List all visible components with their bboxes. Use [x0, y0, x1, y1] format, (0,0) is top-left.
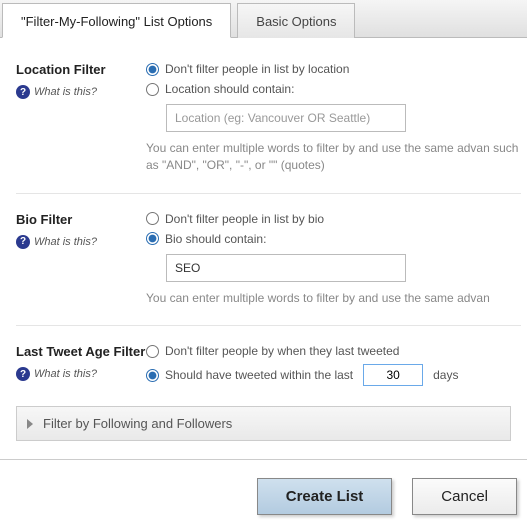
bio-filter-label: Bio should contain: — [165, 232, 266, 246]
location-title: Location Filter — [16, 62, 146, 77]
location-hint: You can enter multiple words to filter b… — [146, 140, 521, 175]
bio-filter-row[interactable]: Bio should contain: — [146, 232, 521, 246]
options-panel: Location Filter ? What is this? Don't fi… — [0, 38, 527, 398]
age-days-input[interactable] — [363, 364, 423, 386]
location-no-filter-radio[interactable] — [146, 63, 159, 76]
section-age: Last Tweet Age Filter ? What is this? Do… — [16, 344, 521, 398]
button-bar: Create List Cancel — [0, 460, 527, 525]
age-filter-post-label: days — [433, 368, 458, 382]
location-no-filter-label: Don't filter people in list by location — [165, 62, 349, 76]
bio-filter-radio[interactable] — [146, 232, 159, 245]
bio-hint: You can enter multiple words to filter b… — [146, 290, 521, 307]
section-side: Last Tweet Age Filter ? What is this? — [16, 344, 146, 392]
help-location[interactable]: ? What is this? — [16, 85, 146, 99]
help-label: What is this? — [34, 86, 97, 98]
age-filter-radio[interactable] — [146, 369, 159, 382]
age-filter-pre-label: Should have tweeted within the last — [165, 368, 353, 382]
location-no-filter-row[interactable]: Don't filter people in list by location — [146, 62, 521, 76]
bio-no-filter-row[interactable]: Don't filter people in list by bio — [146, 212, 521, 226]
question-icon: ? — [16, 235, 30, 249]
age-options: Don't filter people by when they last tw… — [146, 344, 521, 392]
help-label: What is this? — [34, 368, 97, 380]
location-filter-label: Location should contain: — [165, 82, 294, 96]
bio-options: Don't filter people in list by bio Bio s… — [146, 212, 521, 307]
age-filter-row: Should have tweeted within the last days — [146, 364, 521, 386]
help-label: What is this? — [34, 236, 97, 248]
bio-input[interactable] — [166, 254, 406, 282]
section-bio: Bio Filter ? What is this? Don't filter … — [16, 212, 521, 326]
bio-no-filter-label: Don't filter people in list by bio — [165, 212, 324, 226]
help-age[interactable]: ? What is this? — [16, 367, 146, 381]
bio-title: Bio Filter — [16, 212, 146, 227]
age-title: Last Tweet Age Filter — [16, 344, 146, 359]
section-side: Bio Filter ? What is this? — [16, 212, 146, 307]
age-no-filter-row[interactable]: Don't filter people by when they last tw… — [146, 344, 521, 358]
bio-no-filter-radio[interactable] — [146, 212, 159, 225]
tab-basic-options[interactable]: Basic Options — [237, 3, 355, 38]
age-no-filter-label: Don't filter people by when they last tw… — [165, 344, 399, 358]
location-filter-radio[interactable] — [146, 83, 159, 96]
chevron-right-icon — [27, 419, 33, 429]
cancel-button[interactable]: Cancel — [412, 478, 517, 515]
accordion-label: Filter by Following and Followers — [43, 416, 232, 431]
section-location: Location Filter ? What is this? Don't fi… — [16, 62, 521, 194]
tab-bar: "Filter-My-Following" List Options Basic… — [0, 0, 527, 38]
question-icon: ? — [16, 367, 30, 381]
help-bio[interactable]: ? What is this? — [16, 235, 146, 249]
section-side: Location Filter ? What is this? — [16, 62, 146, 175]
age-no-filter-radio[interactable] — [146, 345, 159, 358]
question-icon: ? — [16, 85, 30, 99]
location-input[interactable] — [166, 104, 406, 132]
location-filter-row[interactable]: Location should contain: — [146, 82, 521, 96]
tab-filter-following[interactable]: "Filter-My-Following" List Options — [2, 3, 231, 38]
accordion-following-followers[interactable]: Filter by Following and Followers — [16, 406, 511, 441]
location-options: Don't filter people in list by location … — [146, 62, 521, 175]
create-list-button[interactable]: Create List — [257, 478, 393, 515]
